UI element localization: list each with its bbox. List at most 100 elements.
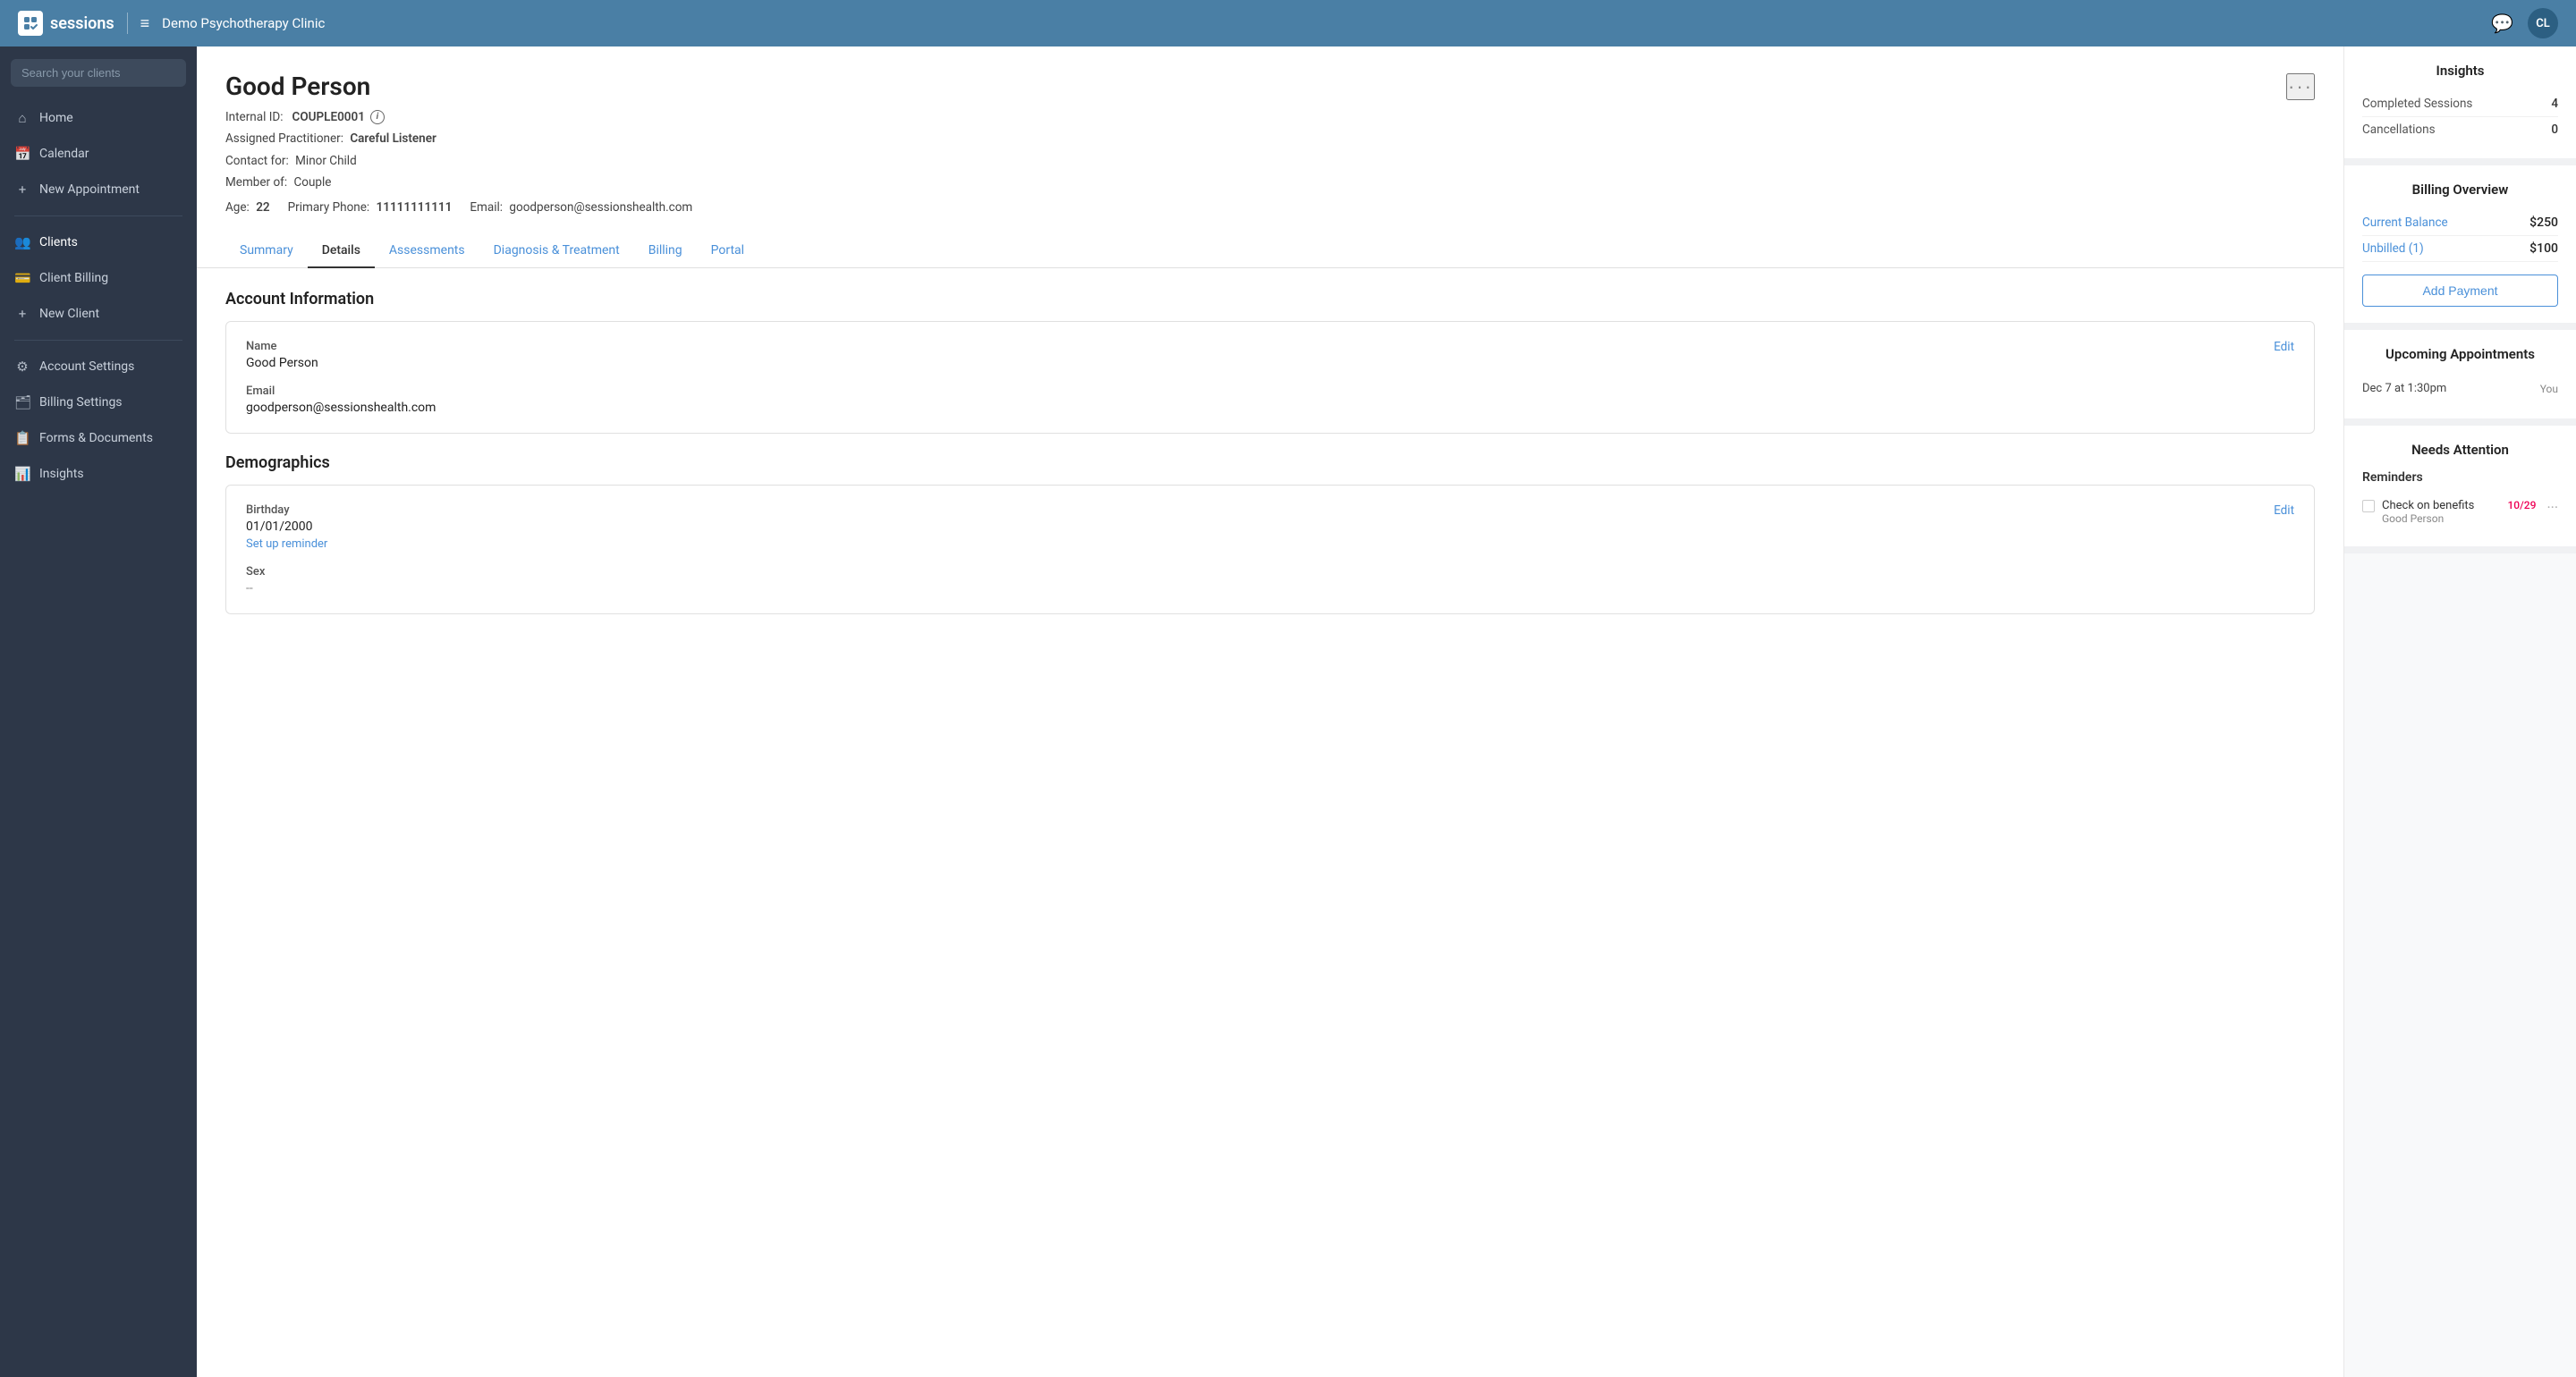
- sex-field-row: Sex --: [246, 565, 327, 596]
- billing-icon: 💳: [14, 270, 30, 286]
- demographics-card: Birthday 01/01/2000 Set up reminder Sex …: [225, 485, 2315, 614]
- birthday-field-label: Birthday: [246, 503, 327, 517]
- unbilled-row: Unbilled (1) $100: [2362, 236, 2558, 262]
- phone-label: Primary Phone:: [288, 200, 370, 215]
- sidebar: ⌂ Home 📅 Calendar + New Appointment 👥 Cl…: [0, 46, 197, 1377]
- insights-section: Insights Completed Sessions 4 Cancellati…: [2344, 46, 2576, 165]
- reminder-info: Check on benefits Good Person: [2382, 499, 2500, 525]
- sidebar-item-account-settings-label: Account Settings: [39, 359, 134, 374]
- forms-icon: 📋: [14, 430, 30, 446]
- contact-value: Minor Child: [295, 154, 357, 168]
- name-field-row: Name Good Person: [246, 340, 436, 370]
- phone-value: 11111111111: [377, 200, 453, 215]
- internal-id-label: Internal ID:: [225, 106, 284, 128]
- practitioner-row: Assigned Practitioner: Careful Listener: [225, 128, 2315, 149]
- appointment-who: You: [2540, 383, 2558, 395]
- sex-field-label: Sex: [246, 565, 327, 579]
- age-label: Age:: [225, 200, 250, 215]
- completed-sessions-label: Completed Sessions: [2362, 97, 2472, 111]
- sidebar-item-insights-label: Insights: [39, 467, 84, 481]
- account-info-card: Name Good Person Email goodperson@sessio…: [225, 321, 2315, 434]
- billing-settings-icon: 🗂: [14, 394, 30, 410]
- sidebar-item-client-billing[interactable]: 💳 Client Billing: [0, 261, 197, 295]
- practitioner-label: Assigned Practitioner:: [225, 131, 343, 146]
- completed-sessions-row: Completed Sessions 4: [2362, 91, 2558, 117]
- member-value: Couple: [293, 175, 331, 190]
- sidebar-item-calendar-label: Calendar: [39, 147, 89, 161]
- reminder-more-icon[interactable]: ···: [2546, 499, 2558, 516]
- billing-overview-section: Billing Overview Current Balance $250 Un…: [2344, 165, 2576, 330]
- sidebar-item-home[interactable]: ⌂ Home: [0, 101, 197, 135]
- info-icon[interactable]: i: [370, 110, 385, 124]
- account-info-edit-link[interactable]: Edit: [2274, 340, 2294, 354]
- reminder-checkbox[interactable]: [2362, 500, 2375, 512]
- client-name-row: Good Person ···: [225, 72, 2315, 101]
- chat-icon[interactable]: 💬: [2491, 13, 2513, 34]
- email-field-label: Email: [246, 384, 436, 398]
- completed-sessions-value: 4: [2551, 97, 2558, 111]
- billing-overview-title: Billing Overview: [2362, 182, 2558, 198]
- current-balance-row: Current Balance $250: [2362, 210, 2558, 236]
- calendar-icon: 📅: [14, 146, 30, 162]
- plus-icon-client: +: [14, 306, 30, 322]
- app-logo[interactable]: Demo Psychotherapy Clinic sessions: [18, 11, 114, 36]
- sidebar-divider-2: [14, 340, 182, 341]
- sidebar-item-clients-label: Clients: [39, 235, 78, 249]
- search-input[interactable]: [11, 59, 186, 87]
- tab-portal[interactable]: Portal: [697, 234, 758, 268]
- practitioner-value: Careful Listener: [350, 131, 436, 146]
- appointment-date: Dec 7 at 1:30pm: [2362, 382, 2446, 395]
- tab-assessments[interactable]: Assessments: [375, 234, 479, 268]
- reminder-date: 10/29: [2507, 499, 2536, 511]
- contact-row: Contact for: Minor Child: [225, 150, 2315, 172]
- needs-attention-section: Needs Attention Reminders Check on benef…: [2344, 426, 2576, 553]
- unbilled-label[interactable]: Unbilled (1): [2362, 241, 2424, 256]
- sidebar-item-home-label: Home: [39, 111, 73, 125]
- logo-icon: [18, 11, 43, 36]
- sex-field-value: --: [246, 581, 327, 596]
- current-balance-value: $250: [2529, 215, 2558, 230]
- tab-summary[interactable]: Summary: [225, 234, 308, 268]
- client-tabs: Summary Details Assessments Diagnosis & …: [197, 234, 2343, 268]
- insights-icon: 📊: [14, 466, 30, 482]
- tab-billing[interactable]: Billing: [634, 234, 697, 268]
- email-section: Email: goodperson@sessionshealth.com: [470, 197, 692, 218]
- sidebar-item-forms-documents[interactable]: 📋 Forms & Documents: [0, 421, 197, 455]
- menu-toggle-icon[interactable]: ≡: [140, 14, 150, 33]
- settings-icon: ⚙: [14, 359, 30, 375]
- client-more-button[interactable]: ···: [2286, 73, 2315, 100]
- sidebar-divider-1: [14, 215, 182, 216]
- member-label: Member of:: [225, 175, 287, 190]
- sidebar-item-new-client[interactable]: + New Client: [0, 297, 197, 331]
- demographics-edit-link[interactable]: Edit: [2274, 503, 2294, 518]
- user-avatar[interactable]: CL: [2528, 8, 2558, 38]
- home-icon: ⌂: [14, 110, 30, 126]
- sidebar-item-new-appointment[interactable]: + New Appointment: [0, 173, 197, 207]
- name-field-value: Good Person: [246, 356, 436, 370]
- add-payment-button[interactable]: Add Payment: [2362, 275, 2558, 307]
- client-meta-inline: Age: 22 Primary Phone: 11111111111 Email…: [225, 197, 2315, 218]
- tab-details[interactable]: Details: [308, 234, 375, 268]
- sidebar-item-calendar[interactable]: 📅 Calendar: [0, 137, 197, 171]
- tab-diagnosis[interactable]: Diagnosis & Treatment: [479, 234, 634, 268]
- sidebar-item-account-settings[interactable]: ⚙ Account Settings: [0, 350, 197, 384]
- email-field-row: Email goodperson@sessionshealth.com: [246, 384, 436, 415]
- current-balance-label[interactable]: Current Balance: [2362, 215, 2448, 230]
- birthday-field-value: 01/01/2000: [246, 520, 327, 534]
- right-panel: Insights Completed Sessions 4 Cancellati…: [2343, 46, 2576, 1377]
- clinic-name: Demo Psychotherapy Clinic: [162, 15, 325, 31]
- main-content: Good Person ··· Internal ID: COUPLE0001 …: [197, 46, 2343, 1377]
- name-field-label: Name: [246, 340, 436, 353]
- cancellations-row: Cancellations 0: [2362, 117, 2558, 142]
- account-info-fields: Name Good Person Email goodperson@sessio…: [246, 340, 436, 415]
- plus-icon-appointment: +: [14, 182, 30, 198]
- demographics-title: Demographics: [225, 453, 2315, 472]
- sidebar-item-billing-settings[interactable]: 🗂 Billing Settings: [0, 385, 197, 419]
- appointment-row: Dec 7 at 1:30pm You: [2362, 375, 2558, 402]
- top-navigation: Demo Psychotherapy Clinic sessions ≡ Dem…: [0, 0, 2576, 46]
- setup-reminder-link[interactable]: Set up reminder: [246, 537, 327, 551]
- client-id-row: Internal ID: COUPLE0001 i: [225, 106, 2315, 128]
- sidebar-item-clients[interactable]: 👥 Clients: [0, 225, 197, 259]
- upcoming-appointments-title: Upcoming Appointments: [2362, 346, 2558, 362]
- sidebar-item-insights[interactable]: 📊 Insights: [0, 457, 197, 491]
